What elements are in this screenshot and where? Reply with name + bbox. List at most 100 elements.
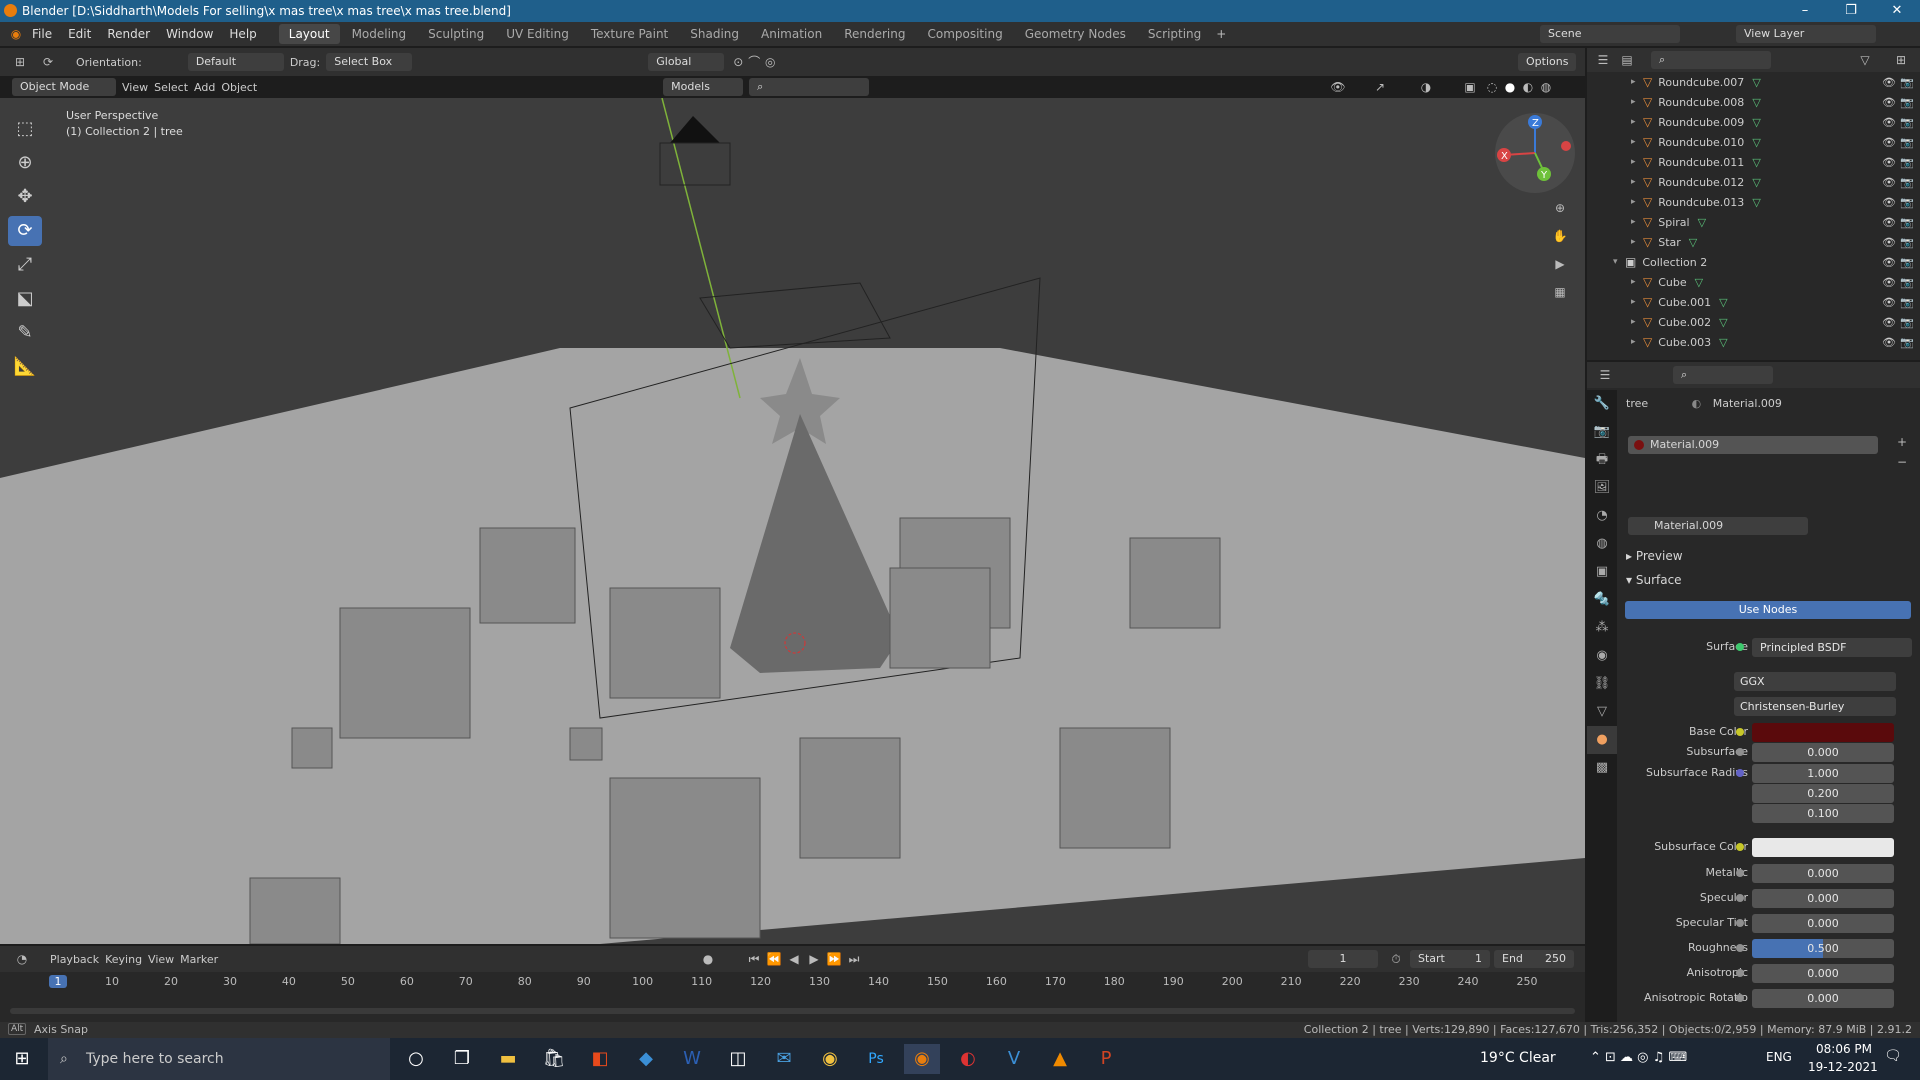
visibility-eye-icon[interactable]: 👁 (1882, 96, 1896, 109)
mesh-data-icon[interactable]: ▽ (1719, 336, 1727, 349)
properties-search-input[interactable]: ⌕ (1673, 366, 1773, 384)
visibility-eye-icon[interactable]: 👁 (1882, 116, 1896, 129)
mesh-data-icon[interactable]: ▽ (1752, 96, 1760, 109)
render-visibility-icon[interactable]: 📷 (1900, 196, 1914, 209)
options-dropdown[interactable]: Options (1518, 53, 1577, 71)
vlc-icon[interactable]: ▲ (1042, 1044, 1078, 1074)
menu-edit[interactable]: Edit (60, 22, 99, 46)
marker-menu[interactable]: Marker (180, 953, 218, 966)
outliner-row[interactable]: ▸ ▽ Roundcube.010 ▽ 👁 📷 (1587, 132, 1920, 152)
clock-time[interactable]: 08:06 PM (1816, 1042, 1872, 1056)
visibility-eye-icon[interactable]: 👁 (1882, 236, 1896, 249)
3d-viewport[interactable]: User Perspective (1) Collection 2 | tree… (0, 98, 1585, 944)
editor-type-icon[interactable]: ⊞ (12, 54, 28, 70)
render-visibility-icon[interactable]: 📷 (1900, 76, 1914, 89)
new-collection-icon[interactable]: ⊞ (1893, 52, 1909, 68)
task-view-icon[interactable]: ❐ (444, 1044, 480, 1074)
view-layer-tab-icon[interactable]: 🖼 (1587, 474, 1617, 502)
property-value-field[interactable]: 0.000 (1752, 743, 1894, 762)
property-value-field[interactable]: 0.000 (1752, 864, 1894, 883)
data-tab-icon[interactable]: ▽ (1587, 698, 1617, 726)
mesh-data-icon[interactable]: ▽ (1752, 156, 1760, 169)
view-layer-selector[interactable]: View Layer (1736, 25, 1876, 43)
outliner-row[interactable]: ▸ ▽ Cube.001 ▽ 👁 📷 (1587, 292, 1920, 312)
expand-arrow-icon[interactable]: ▸ (1631, 297, 1643, 307)
zoom-icon[interactable]: ⊕ (1552, 200, 1568, 216)
scale-tool-icon[interactable]: ⤢ (8, 250, 42, 280)
modifier-tab-icon[interactable]: 🔩 (1587, 586, 1617, 614)
render-visibility-icon[interactable]: 📷 (1900, 296, 1914, 309)
outliner-row[interactable]: ▸ ▽ Roundcube.013 ▽ 👁 📷 (1587, 192, 1920, 212)
keying-menu[interactable]: Keying (105, 953, 142, 966)
render-visibility-icon[interactable]: 📷 (1900, 96, 1914, 109)
object-menu[interactable]: Object (221, 81, 257, 94)
blender-menu-icon[interactable]: ◉ (8, 26, 24, 42)
output-tab-icon[interactable]: 🖶 (1587, 446, 1617, 474)
file-explorer-icon[interactable]: ▬ (490, 1044, 526, 1074)
camera-view-icon[interactable]: ▶ (1552, 256, 1568, 272)
visibility-eye-icon[interactable]: 👁 (1882, 276, 1896, 289)
v-app-icon[interactable]: V (996, 1044, 1032, 1074)
base-color-swatch[interactable] (1752, 723, 1894, 742)
mesh-data-icon[interactable]: ▽ (1752, 176, 1760, 189)
cortana-icon[interactable]: ○ (398, 1044, 434, 1074)
move-tool-icon[interactable]: ✥ (8, 182, 42, 212)
property-value-field[interactable]: 0.500 (1752, 939, 1894, 958)
distribution-dropdown[interactable]: GGX (1734, 672, 1896, 691)
add-menu[interactable]: Add (194, 81, 215, 94)
ortho-toggle-icon[interactable]: ▦ (1552, 284, 1568, 300)
snap-icon[interactable]: ⌒ (746, 54, 762, 70)
playhead[interactable]: 1 (49, 975, 67, 988)
outliner-row[interactable]: ▸ ▽ Roundcube.012 ▽ 👁 📷 (1587, 172, 1920, 192)
expand-arrow-icon[interactable]: ▸ (1631, 117, 1643, 127)
render-visibility-icon[interactable]: 📷 (1900, 136, 1914, 149)
clock-icon[interactable]: ⏱ (1388, 951, 1404, 967)
property-value-field[interactable]: 0.000 (1752, 989, 1894, 1008)
properties-editor-icon[interactable]: ☰ (1597, 367, 1613, 383)
end-frame-field[interactable]: End 250 (1494, 950, 1574, 968)
visibility-eye-icon[interactable]: 👁 (1882, 196, 1896, 209)
preview-panel-header[interactable]: ▸ Preview (1626, 549, 1683, 563)
navigation-gizmo[interactable]: Z X Y (1492, 110, 1578, 196)
photoshop-icon[interactable]: Ps (858, 1044, 894, 1074)
expand-arrow-icon[interactable]: ▾ (1613, 257, 1625, 267)
surface-panel-header[interactable]: ▾ Surface (1626, 573, 1682, 587)
outliner-row[interactable]: ▸ ▽ Star ▽ 👁 📷 (1587, 232, 1920, 252)
tab-uv-editing[interactable]: UV Editing (496, 24, 579, 44)
visibility-eye-icon[interactable]: 👁 (1882, 216, 1896, 229)
mail-icon[interactable]: ✉ (766, 1044, 802, 1074)
mesh-data-icon[interactable]: ▽ (1719, 316, 1727, 329)
material-tab-icon[interactable]: ● (1587, 726, 1617, 754)
rotate-tool-icon[interactable]: ⟳ (8, 216, 42, 246)
overlay-icon[interactable]: ◑ (1418, 79, 1434, 95)
outliner-row[interactable]: ▸ ▽ Roundcube.008 ▽ 👁 📷 (1587, 92, 1920, 112)
record-icon[interactable]: ● (700, 951, 716, 967)
world-tab-icon[interactable]: ◍ (1587, 530, 1617, 558)
viewport-search-input[interactable]: ⌕ (749, 78, 870, 96)
menu-help[interactable]: Help (221, 22, 264, 46)
visibility-eye-icon[interactable]: 👁 (1882, 176, 1896, 189)
mesh-data-icon[interactable]: ▽ (1695, 276, 1703, 289)
outliner-search-input[interactable]: ⌕ (1651, 51, 1771, 69)
render-visibility-icon[interactable]: 📷 (1900, 276, 1914, 289)
clock-date[interactable]: 19-12-2021 (1808, 1060, 1878, 1074)
outliner-row[interactable]: ▸ ▽ Spiral ▽ 👁 📷 (1587, 212, 1920, 232)
menu-window[interactable]: Window (158, 22, 221, 46)
expand-arrow-icon[interactable]: ▸ (1631, 277, 1643, 287)
next-key-icon[interactable]: ⏩ (826, 951, 842, 967)
pan-hand-icon[interactable]: ✋ (1552, 228, 1568, 244)
remove-slot-icon[interactable]: − (1894, 454, 1910, 470)
mesh-data-icon[interactable]: ▽ (1698, 216, 1706, 229)
weather-widget[interactable]: 19°C Clear (1480, 1050, 1556, 1066)
maximize-button[interactable]: ❐ (1828, 0, 1874, 22)
blender-taskbar-icon[interactable]: ◉ (904, 1044, 940, 1074)
minimize-button[interactable]: – (1782, 0, 1828, 22)
outliner-row[interactable]: ▸ ▽ Cube.003 ▽ 👁 📷 (1587, 332, 1920, 352)
visibility-eye-icon[interactable]: 👁 (1882, 156, 1896, 169)
subsurface-method-dropdown[interactable]: Christensen-Burley (1734, 697, 1896, 716)
scene-tab-icon[interactable]: ◔ (1587, 502, 1617, 530)
prev-key-icon[interactable]: ⏪ (766, 951, 782, 967)
app-icon[interactable]: ◆ (628, 1044, 664, 1074)
tool-tab-icon[interactable]: 🔧 (1587, 390, 1617, 418)
language-indicator[interactable]: ENG (1766, 1050, 1792, 1064)
